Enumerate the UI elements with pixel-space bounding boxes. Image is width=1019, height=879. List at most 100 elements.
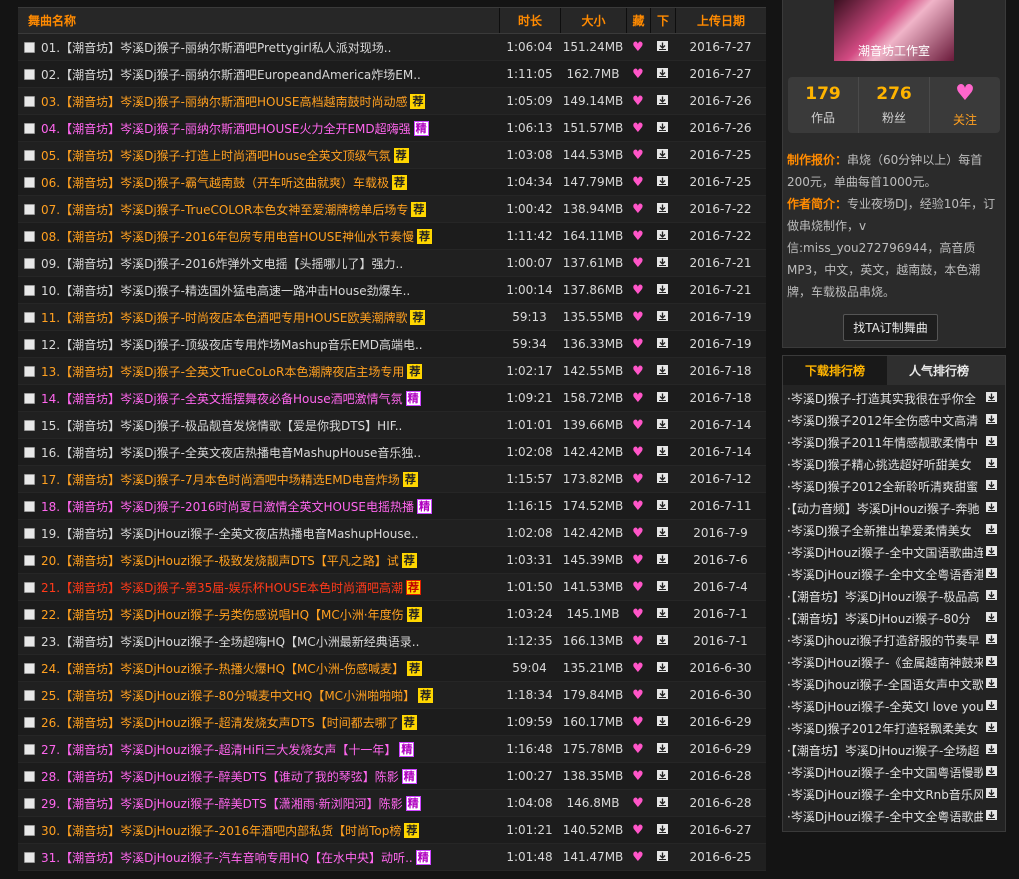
song-title-link[interactable]: 13.【潮音坊】岑溪Dj猴子-全英文TrueCoLoR本色潮牌夜店主场专用 bbox=[41, 363, 404, 380]
download-icon[interactable] bbox=[983, 743, 999, 757]
heart-icon[interactable]: ♥ bbox=[626, 715, 650, 730]
download-icon[interactable] bbox=[983, 567, 999, 581]
song-title-link[interactable]: 10.【潮音坊】岑溪Dj猴子-精选国外猛电高速一路冲击House劲爆车.. bbox=[41, 282, 410, 299]
heart-icon[interactable]: ♥ bbox=[626, 94, 650, 109]
row-checkbox[interactable] bbox=[24, 851, 35, 863]
download-icon[interactable] bbox=[650, 283, 675, 297]
row-checkbox[interactable] bbox=[24, 770, 35, 782]
row-checkbox[interactable] bbox=[24, 338, 35, 350]
heart-icon[interactable]: ♥ bbox=[626, 202, 650, 217]
download-icon[interactable] bbox=[983, 391, 999, 405]
heart-icon[interactable]: ♥ bbox=[626, 121, 650, 136]
row-checkbox[interactable] bbox=[24, 365, 35, 377]
download-icon[interactable] bbox=[983, 721, 999, 735]
row-checkbox[interactable] bbox=[24, 824, 35, 836]
list-item[interactable]: ·岑溪DjHouzi猴子-全中文国粤语慢歌 bbox=[783, 761, 1005, 783]
list-item[interactable]: ·岑溪DjHouzi猴子-全中文全粤语香港 bbox=[783, 563, 1005, 585]
download-icon[interactable] bbox=[650, 202, 675, 216]
heart-icon[interactable]: ♥ bbox=[626, 310, 650, 325]
list-item[interactable]: ·岑溪DJ猴子2012年打造轻飘柔美女 bbox=[783, 717, 1005, 739]
song-title-link[interactable]: 19.【潮音坊】岑溪DjHouzi猴子-全英文夜店热播电音MashupHouse… bbox=[41, 525, 419, 542]
download-icon[interactable] bbox=[650, 229, 675, 243]
ranking-item-title[interactable]: ·岑溪Djhouzi猴子-全国语女声中文歌 bbox=[787, 676, 983, 693]
table-row[interactable]: 09.【潮音坊】岑溪Dj猴子-2016炸弹外文电摇【头摇哪儿了】强力.. 1:00… bbox=[18, 250, 766, 277]
table-row[interactable]: 01.【潮音坊】岑溪Dj猴子-丽纳尔斯酒吧Prettygirl私人派对现场.. 1… bbox=[18, 34, 766, 61]
avatar[interactable]: 潮音坊工作室 bbox=[834, 0, 954, 61]
heart-icon[interactable]: ♥ bbox=[626, 796, 650, 811]
song-title-link[interactable]: 21.【潮音坊】岑溪Dj猴子-第35届-娱乐杯HOUSE本色时尚酒吧高潮 bbox=[41, 579, 403, 596]
song-title-link[interactable]: 20.【潮音坊】岑溪DjHouzi猴子-极致发烧靓声DTS【平凡之路】试 bbox=[41, 552, 399, 569]
table-row[interactable]: 05.【潮音坊】岑溪Dj猴子-打造上时尚酒吧House全英文顶级气氛荐 1:03:… bbox=[18, 142, 766, 169]
download-icon[interactable] bbox=[983, 479, 999, 493]
table-row[interactable]: 10.【潮音坊】岑溪Dj猴子-精选国外猛电高速一路冲击House劲爆车.. 1:0… bbox=[18, 277, 766, 304]
table-row[interactable]: 17.【潮音坊】岑溪Dj猴子-7月本色时尚酒吧中场精选EMD电音炸场荐 1:15:… bbox=[18, 466, 766, 493]
song-title-link[interactable]: 28.【潮音坊】岑溪DjHouzi猴子-醉美DTS【谁动了我的琴弦】陈影 bbox=[41, 768, 399, 785]
row-checkbox[interactable] bbox=[24, 662, 35, 674]
ranking-item-title[interactable]: ·岑溪Djhouzi猴子打造舒服的节奏早 bbox=[787, 632, 983, 649]
row-checkbox[interactable] bbox=[24, 473, 35, 485]
heart-icon[interactable]: ♥ bbox=[626, 229, 650, 244]
row-checkbox[interactable] bbox=[24, 743, 35, 755]
table-row[interactable]: 21.【潮音坊】岑溪Dj猴子-第35届-娱乐杯HOUSE本色时尚酒吧高潮荐 1:0… bbox=[18, 574, 766, 601]
ranking-item-title[interactable]: ·岑溪DJ猴子精心挑选超好听甜美女 bbox=[787, 456, 983, 473]
row-checkbox[interactable] bbox=[24, 41, 35, 53]
song-title-link[interactable]: 08.【潮音坊】岑溪Dj猴子-2016年包房专用电音HOUSE神仙水节奏慢 bbox=[41, 228, 414, 245]
list-item[interactable]: ·岑溪DjHouzi猴子-全中文全粤语歌曲 bbox=[783, 805, 1005, 827]
song-title-link[interactable]: 30.【潮音坊】岑溪DjHouzi猴子-2016年酒吧内部私货【时尚Top榜 bbox=[41, 822, 401, 839]
download-icon[interactable] bbox=[650, 148, 675, 162]
row-checkbox[interactable] bbox=[24, 635, 35, 647]
table-row[interactable]: 13.【潮音坊】岑溪Dj猴子-全英文TrueCoLoR本色潮牌夜店主场专用荐 1:… bbox=[18, 358, 766, 385]
heart-icon[interactable]: ♥ bbox=[626, 580, 650, 595]
list-item[interactable]: ·岑溪DJ猴子全新推出挚爱柔情美女 bbox=[783, 519, 1005, 541]
stat-works[interactable]: 179 作品 bbox=[788, 77, 858, 133]
list-item[interactable]: ·【动力音频】岑溪DjHouzi猴子-奔驰 bbox=[783, 497, 1005, 519]
table-row[interactable]: 16.【潮音坊】岑溪Dj猴子-全英文夜店热播电音MashupHouse音乐独..… bbox=[18, 439, 766, 466]
heart-icon[interactable]: ♥ bbox=[626, 823, 650, 838]
heart-icon[interactable]: ♥ bbox=[626, 661, 650, 676]
ranking-item-title[interactable]: ·岑溪DjHouzi猴子-《金属越南神鼓来 bbox=[787, 654, 983, 671]
download-icon[interactable] bbox=[983, 435, 999, 449]
download-icon[interactable] bbox=[983, 523, 999, 537]
row-checkbox[interactable] bbox=[24, 608, 35, 620]
download-icon[interactable] bbox=[650, 661, 675, 675]
ranking-item-title[interactable]: ·岑溪DJ猴子2011年情感靓歌柔情中 bbox=[787, 434, 983, 451]
download-icon[interactable] bbox=[650, 391, 675, 405]
download-icon[interactable] bbox=[983, 787, 999, 801]
order-button[interactable]: 找TA订制舞曲 bbox=[843, 314, 938, 341]
song-title-link[interactable]: 09.【潮音坊】岑溪Dj猴子-2016炸弹外文电摇【头摇哪儿了】强力.. bbox=[41, 255, 403, 272]
row-checkbox[interactable] bbox=[24, 311, 35, 323]
table-row[interactable]: 29.【潮音坊】岑溪DjHouzi猴子-醉美DTS【潇湘雨·新浏阳河】陈影精 1:… bbox=[18, 790, 766, 817]
download-icon[interactable] bbox=[650, 607, 675, 621]
list-item[interactable]: ·【潮音坊】岑溪DjHouzi猴子-全场超 bbox=[783, 739, 1005, 761]
song-title-link[interactable]: 07.【潮音坊】岑溪Dj猴子-TrueCOLOR本色女神至爱潮牌榜单后场专 bbox=[41, 201, 408, 218]
download-icon[interactable] bbox=[650, 472, 675, 486]
row-checkbox[interactable] bbox=[24, 689, 35, 701]
song-title-link[interactable]: 02.【潮音坊】岑溪Dj猴子-丽纳尔斯酒吧EuropeandAmerica炸场E… bbox=[41, 66, 421, 83]
heart-icon[interactable]: ♥ bbox=[626, 634, 650, 649]
download-icon[interactable] bbox=[650, 499, 675, 513]
row-checkbox[interactable] bbox=[24, 446, 35, 458]
table-row[interactable]: 12.【潮音坊】岑溪Dj猴子-顶级夜店专用炸场Mashup音乐EMD高端电.. 5… bbox=[18, 331, 766, 358]
table-row[interactable]: 22.【潮音坊】岑溪DjHouzi猴子-另类伤感说唱HQ【MC小洲·年度伤荐 1:… bbox=[18, 601, 766, 628]
row-checkbox[interactable] bbox=[24, 230, 35, 242]
download-icon[interactable] bbox=[983, 501, 999, 515]
download-icon[interactable] bbox=[650, 634, 675, 648]
list-item[interactable]: ·岑溪DjHouzi猴子-全英文I love you bbox=[783, 695, 1005, 717]
ranking-item-title[interactable]: ·岑溪DjHouzi猴子-全中文全粤语歌曲 bbox=[787, 808, 983, 825]
row-checkbox[interactable] bbox=[24, 392, 35, 404]
song-title-link[interactable]: 22.【潮音坊】岑溪DjHouzi猴子-另类伤感说唱HQ【MC小洲·年度伤 bbox=[41, 606, 404, 623]
row-checkbox[interactable] bbox=[24, 284, 35, 296]
song-title-link[interactable]: 17.【潮音坊】岑溪Dj猴子-7月本色时尚酒吧中场精选EMD电音炸场 bbox=[41, 471, 400, 488]
heart-icon[interactable]: ♥ bbox=[626, 418, 650, 433]
row-checkbox[interactable] bbox=[24, 581, 35, 593]
download-icon[interactable] bbox=[650, 121, 675, 135]
download-icon[interactable] bbox=[983, 633, 999, 647]
list-item[interactable]: ·岑溪Djhouzi猴子-全国语女声中文歌 bbox=[783, 673, 1005, 695]
list-item[interactable]: ·岑溪DJ猴子2012年全伤感中文高清 bbox=[783, 409, 1005, 431]
heart-icon[interactable]: ♥ bbox=[626, 445, 650, 460]
heart-icon[interactable]: ♥ bbox=[626, 769, 650, 784]
heart-icon[interactable]: ♥ bbox=[626, 40, 650, 55]
stat-fans[interactable]: 276 粉丝 bbox=[858, 77, 929, 133]
list-item[interactable]: ·岑溪DjHouzi猴子-《金属越南神鼓来 bbox=[783, 651, 1005, 673]
song-title-link[interactable]: 26.【潮音坊】岑溪DjHouzi猴子-超清发烧女声DTS【时间都去哪了 bbox=[41, 714, 399, 731]
